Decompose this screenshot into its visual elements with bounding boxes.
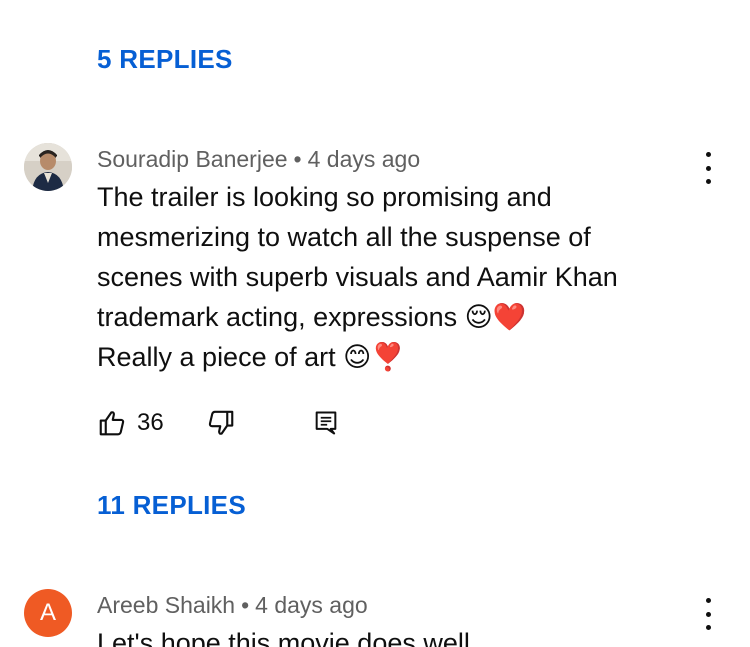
- comment-meta: Areeb Shaikh • 4 days ago: [97, 592, 368, 619]
- avatar-initial: A: [39, 599, 56, 626]
- comment-meta: Souradip Banerjee • 4 days ago: [97, 146, 420, 173]
- more-options-button[interactable]: [698, 598, 718, 630]
- thumbs-down-icon: [208, 410, 234, 435]
- comment-author[interactable]: Areeb Shaikh: [97, 592, 235, 618]
- comment-line: scenes with superb visuals and Aamir Kha…: [97, 262, 618, 292]
- more-options-button[interactable]: [698, 152, 718, 184]
- like-count: 36: [137, 409, 164, 436]
- avatar[interactable]: [24, 143, 72, 191]
- more-vert-dot: [705, 611, 711, 617]
- reply-icon: [315, 411, 337, 435]
- comment-line: trademark acting, expressions 😌❤️: [97, 302, 527, 332]
- more-vert-dot: [705, 165, 711, 171]
- comment-text: Let's hope this movie does well: [97, 623, 687, 647]
- comment-text: The trailer is looking so promising and …: [97, 177, 687, 377]
- more-vert-icon: [705, 152, 711, 157]
- meta-separator: •: [293, 146, 302, 172]
- comment-author[interactable]: Souradip Banerjee: [97, 146, 288, 172]
- comment-line: mesmerizing to watch all the suspense of: [97, 222, 591, 252]
- more-vert-dot: [705, 625, 711, 630]
- thumbs-up-icon: [99, 411, 125, 436]
- more-vert-dot: [705, 179, 711, 184]
- comments-panel: 5 REPLIES Souradip Banerjee • 4 days ago T…: [0, 0, 750, 647]
- avatar[interactable]: A: [24, 589, 72, 637]
- meta-separator: •: [241, 592, 250, 618]
- comment-timestamp[interactable]: 4 days ago: [308, 146, 421, 172]
- view-replies-button[interactable]: 5 REPLIES: [97, 44, 233, 75]
- more-vert-icon: [705, 598, 711, 603]
- comment-line: Really a piece of art 😊❣️: [97, 342, 405, 372]
- comment-actions: 36: [97, 403, 340, 443]
- like-button[interactable]: 36: [97, 408, 164, 438]
- comment-timestamp[interactable]: 4 days ago: [255, 592, 368, 618]
- comment-line: Let's hope this movie does well: [97, 628, 470, 647]
- reply-button[interactable]: [312, 409, 340, 437]
- view-replies-button[interactable]: 11 REPLIES: [97, 490, 246, 521]
- avatar-photo-icon: [24, 143, 72, 191]
- dislike-button[interactable]: [206, 408, 236, 438]
- comment-line: The trailer is looking so promising and: [97, 182, 552, 212]
